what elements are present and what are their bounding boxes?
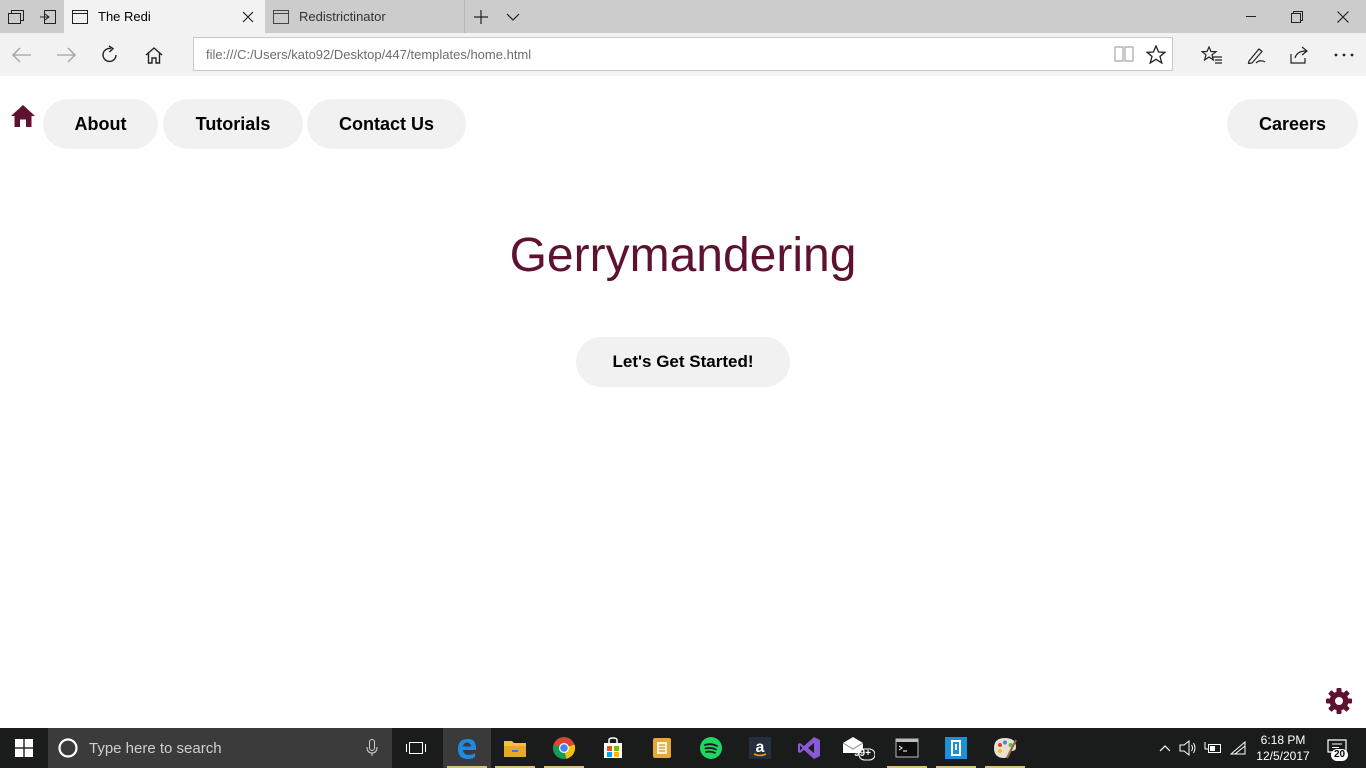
share-icon[interactable] <box>1278 33 1322 76</box>
close-icon[interactable] <box>1320 0 1366 33</box>
tab-page-icon <box>273 9 289 24</box>
taskbar-search[interactable]: Type here to search <box>48 728 392 768</box>
svg-text:a: a <box>756 739 765 756</box>
gear-icon[interactable] <box>1325 687 1353 715</box>
new-tab-icon[interactable] <box>465 0 497 33</box>
restore-icon[interactable] <box>1274 0 1320 33</box>
store-icon[interactable] <box>589 728 637 768</box>
mail-icon[interactable]: 99+ <box>834 728 882 768</box>
chrome-icon[interactable] <box>540 728 588 768</box>
battery-icon[interactable] <box>1202 728 1224 768</box>
home-icon[interactable] <box>10 104 38 130</box>
pen-icon[interactable] <box>1234 33 1278 76</box>
paint-icon[interactable] <box>981 728 1029 768</box>
notification-icon[interactable] <box>1318 728 1356 768</box>
address-bar[interactable]: file:///C:/Users/kato92/Desktop/447/temp… <box>193 37 1173 71</box>
browser-toolbar: file:///C:/Users/kato92/Desktop/447/temp… <box>0 33 1366 76</box>
page-title: Gerrymandering <box>509 229 857 282</box>
tab-strip: The Redi Redistrictinator <box>0 0 1366 33</box>
chevron-up-icon[interactable] <box>1156 728 1174 768</box>
favorites-hub-icon[interactable] <box>1190 33 1234 76</box>
chevron-down-icon[interactable] <box>497 0 529 33</box>
windows-icon[interactable] <box>0 728 48 768</box>
terminal-icon[interactable] <box>883 728 931 768</box>
reading-view-icon[interactable] <box>1108 38 1140 70</box>
wifi-icon[interactable] <box>1227 728 1249 768</box>
notification-count: 20 <box>1331 749 1349 761</box>
edge-icon[interactable] <box>443 728 491 768</box>
tabs-icon[interactable] <box>0 0 32 33</box>
tab-title: Redistrictinator <box>299 9 386 24</box>
app-icon[interactable] <box>932 728 980 768</box>
file-explorer-icon[interactable] <box>491 728 539 768</box>
mail-badge: 99+ <box>854 748 871 759</box>
web-page: About Tutorials Contact Us Careers Gerry… <box>0 76 1366 728</box>
set-aside-icon[interactable] <box>32 0 64 33</box>
refresh-icon[interactable] <box>88 33 132 76</box>
nav-about-button[interactable]: About <box>43 99 158 149</box>
tab-the-redi[interactable]: The Redi <box>64 0 265 33</box>
back-icon[interactable] <box>0 33 44 76</box>
clock-date: 12/5/2017 <box>1256 749 1310 763</box>
taskbar: Type here to search a 99+ 6:18 PM 12/5/2… <box>0 728 1366 768</box>
amazon-icon[interactable]: a <box>736 728 784 768</box>
cortana-icon <box>57 737 79 759</box>
close-icon[interactable] <box>231 0 265 33</box>
nav-tutorials-button[interactable]: Tutorials <box>163 99 303 149</box>
tab-title: The Redi <box>98 9 151 24</box>
office-icon[interactable] <box>638 728 686 768</box>
volume-icon[interactable] <box>1177 728 1199 768</box>
star-icon[interactable] <box>1140 38 1172 70</box>
search-input[interactable]: Type here to search <box>89 740 366 757</box>
more-icon[interactable] <box>1322 33 1366 76</box>
address-url[interactable]: file:///C:/Users/kato92/Desktop/447/temp… <box>194 47 1108 62</box>
get-started-button[interactable]: Let's Get Started! <box>576 337 790 387</box>
tab-redistrictinator[interactable]: Redistrictinator <box>265 0 465 33</box>
minimize-icon[interactable] <box>1228 0 1274 33</box>
clock-time: 6:18 PM <box>1260 733 1306 747</box>
microphone-icon[interactable] <box>366 739 378 757</box>
nav-contact-button[interactable]: Contact Us <box>307 99 466 149</box>
visual-studio-icon[interactable] <box>785 728 833 768</box>
task-view-icon[interactable] <box>392 728 440 768</box>
system-clock[interactable]: 6:18 PM 12/5/2017 <box>1252 732 1314 764</box>
forward-icon[interactable] <box>44 33 88 76</box>
nav-careers-button[interactable]: Careers <box>1227 99 1358 149</box>
tab-page-icon <box>72 9 88 24</box>
home-icon[interactable] <box>132 33 176 76</box>
spotify-icon[interactable] <box>687 728 735 768</box>
